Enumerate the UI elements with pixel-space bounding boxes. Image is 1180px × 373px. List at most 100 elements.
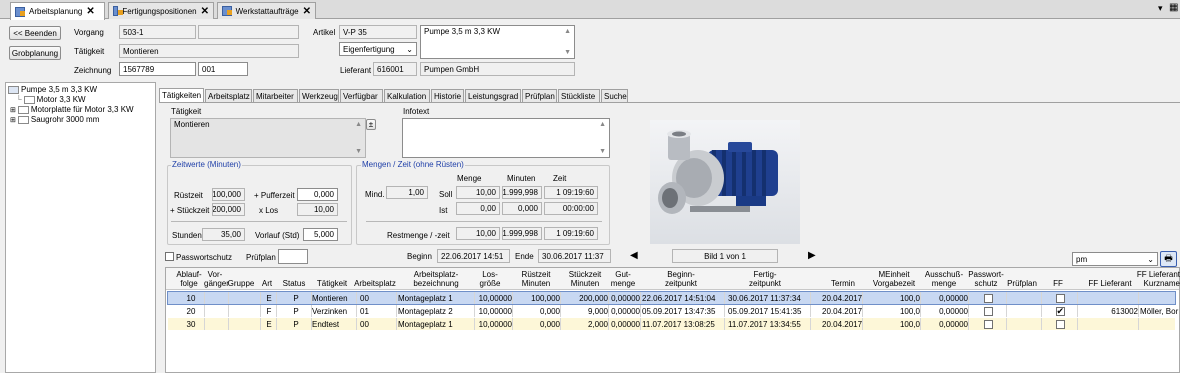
vorgang-field[interactable]: 503-1 (119, 25, 196, 39)
col-meinheit[interactable]: MEinheit Vorgabezeit (868, 270, 920, 288)
col-ausschussmenge[interactable]: Ausschuß- menge (922, 270, 966, 288)
close-icon[interactable]: ✕ (201, 6, 209, 17)
tab-arbeitsplatz[interactable]: Arbeitsplatz (205, 89, 252, 102)
tab-leistungsgrad[interactable]: Leistungsgrad (465, 89, 521, 102)
tab-pruefplan[interactable]: Prüfplan (522, 89, 557, 102)
tab-werkstattauftraege[interactable]: Werkstattaufträge ✕ (217, 2, 316, 19)
passwortschutz-checkbox[interactable] (165, 252, 174, 261)
soll-menge-field[interactable]: 10,00 (456, 186, 500, 199)
beginn-field[interactable]: 22.06.2017 14:51 (437, 249, 510, 263)
passwort-cell[interactable] (970, 318, 1006, 330)
tab-kalkulation[interactable]: Kalkulation (384, 89, 430, 102)
passwortschutz-row-checkbox[interactable] (983, 319, 993, 329)
col-taetigkeit[interactable]: Tätigkeit (312, 279, 352, 288)
col-ablauffolge[interactable]: Ablauf- folge (176, 270, 202, 288)
tree-node-root[interactable]: Pumpe 3,5 m 3,3 KW (8, 85, 97, 94)
infotext-area[interactable]: ▲ ▼ (402, 118, 610, 158)
ff-checkbox[interactable] (1055, 306, 1065, 317)
dropdown-arrow-icon[interactable]: ▾ (1158, 3, 1163, 14)
tree-node-child[interactable]: └ Motor 3,3 KW (16, 95, 86, 104)
ff-cell[interactable] (1043, 318, 1077, 330)
close-icon[interactable]: ✕ (303, 6, 311, 17)
expand-icon[interactable]: ⊞ (10, 116, 16, 124)
tree-node-child[interactable]: ⊞ Saugrohr 3000 mm (10, 115, 99, 124)
taetigkeit-field[interactable]: Montieren (119, 44, 299, 58)
unit-select[interactable]: pm ⌄ (1072, 252, 1158, 266)
previous-image-icon[interactable]: ◀ (630, 250, 638, 261)
ist-minuten-field[interactable]: 0,000 (502, 202, 542, 215)
table-row[interactable]: 10 E P Montieren 00 Montageplatz 1 10,00000 100… (167, 291, 1176, 305)
vorgang-extra-field[interactable] (198, 25, 299, 39)
col-pruefplan[interactable]: Prüfplan (1005, 279, 1039, 288)
ff-cell[interactable] (1043, 305, 1077, 317)
col-arbeitsplatz[interactable]: Arbeitsplatz (353, 279, 397, 288)
passwortschutz-row-checkbox[interactable] (983, 293, 993, 303)
tab-arbeitsplanung[interactable]: Arbeitsplanung ✕ (10, 2, 105, 20)
table-row[interactable]: 20 F P Verzinken 01 Montageplatz 2 10,00000 0,0… (168, 305, 1178, 317)
col-arbeitsplatzbezeichnung[interactable]: Arbeitsplatz- bezeichnung (404, 270, 468, 288)
tab-historie[interactable]: Historie (431, 89, 464, 102)
mind-field[interactable]: 1,00 (386, 186, 428, 199)
lieferant-name-field[interactable]: Pumpen GmbH (420, 62, 575, 76)
col-vorgaenger[interactable]: Vor- gänger (204, 270, 229, 288)
tab-mitarbeiter[interactable]: Mitarbeiter (253, 89, 298, 102)
col-art[interactable]: Art (260, 279, 274, 288)
ff-checkbox[interactable] (1055, 319, 1065, 329)
ist-menge-field[interactable]: 0,00 (456, 202, 500, 215)
close-icon[interactable]: ✕ (86, 6, 94, 17)
scroll-up-icon[interactable]: ▲ (564, 28, 571, 35)
tab-werkzeug[interactable]: Werkzeug (299, 89, 339, 102)
soll-minuten-field[interactable]: 1.999,998 (502, 186, 542, 199)
col-ff-lieferant[interactable]: FF Lieferant (1084, 279, 1136, 288)
soll-zeit-field[interactable]: 1 09:19:60 (544, 186, 598, 199)
grobplanung-button[interactable]: Grobplanung (9, 46, 61, 60)
vorlauf-field[interactable]: 5,000 (303, 228, 338, 241)
scroll-up-icon[interactable]: ▲ (599, 121, 606, 128)
col-ff[interactable]: FF (1051, 279, 1065, 288)
tab-verfuegbar[interactable]: Verfügbar (340, 89, 383, 102)
col-termin[interactable]: Termin (828, 279, 858, 288)
print-button[interactable]: 🖶 (1160, 251, 1177, 267)
lieferant-nr-field[interactable]: 616001 (373, 62, 417, 76)
rest-zeit-field[interactable]: 1 09:19:60 (544, 227, 598, 240)
col-ruestzeit[interactable]: Rüstzeit Minuten (516, 270, 556, 288)
taetigkeit-text-area[interactable]: Montieren ▲ ▼ (170, 118, 366, 158)
tab-fertigungspositionen[interactable]: Fertigungspositionen ✕ (108, 2, 214, 19)
scroll-down-icon[interactable]: ▼ (564, 49, 571, 56)
fertigung-select[interactable]: Eigenfertigung ⌄ (339, 42, 417, 56)
text-select-icon[interactable]: ± (366, 119, 376, 130)
window-grid-icon[interactable]: ▦ (1169, 2, 1178, 13)
pufferzeit-field[interactable]: 0,000 (297, 188, 338, 201)
ende-field[interactable]: 30.06.2017 11:37 (538, 249, 611, 263)
zeichnung-index-field[interactable]: 001 (198, 62, 248, 76)
scroll-down-icon[interactable]: ▼ (599, 148, 606, 155)
artikel-description[interactable]: Pumpe 3,5 m 3,3 KW ▲ ▼ (420, 25, 575, 59)
tab-taetigkeiten[interactable]: Tätigkeiten (159, 88, 204, 102)
col-gutmenge[interactable]: Gut- menge (608, 270, 638, 288)
next-image-icon[interactable]: ▶ (808, 250, 816, 261)
stueckzeit-field[interactable]: 200,000 (212, 203, 245, 216)
rest-menge-field[interactable]: 10,00 (456, 227, 500, 240)
tree-node-child[interactable]: ⊞ Motorplatte für Motor 3,3 KW (10, 105, 134, 114)
col-losgroesse[interactable]: Los- größe (474, 270, 506, 288)
col-beginnzeitpunkt[interactable]: Beginn- zeitpunkt (646, 270, 716, 288)
beenden-button[interactable]: << Beenden (9, 26, 61, 40)
tab-suche[interactable]: Suche (601, 89, 628, 102)
col-stueckzeit[interactable]: Stückzeit Minuten (564, 270, 606, 288)
passwort-cell[interactable] (970, 292, 1006, 304)
scroll-down-icon[interactable]: ▼ (355, 148, 362, 155)
col-ff-kurzname[interactable]: FF Lieferant Kurzname (1134, 270, 1180, 288)
stunden-field[interactable]: 35,00 (202, 228, 245, 241)
col-passwortschutz[interactable]: Passwort- schutz (966, 270, 1006, 288)
artikel-field[interactable]: V-P 35 (339, 25, 417, 39)
xlos-field[interactable]: 10,00 (297, 203, 338, 216)
ff-checkbox[interactable] (1055, 293, 1065, 303)
passwortschutz-row-checkbox[interactable] (983, 306, 993, 316)
col-gruppe[interactable]: Gruppe (226, 279, 256, 288)
table-row[interactable]: 30 E P Endtest 00 Montageplatz 1 10,00000 0,000… (168, 318, 1175, 330)
scroll-up-icon[interactable]: ▲ (355, 121, 362, 128)
pruefplan-field[interactable] (278, 249, 308, 264)
passwort-cell[interactable] (970, 305, 1006, 317)
rest-minuten-field[interactable]: 1.999,998 (502, 227, 542, 240)
zeichnung-field[interactable]: 1567789 (119, 62, 196, 76)
